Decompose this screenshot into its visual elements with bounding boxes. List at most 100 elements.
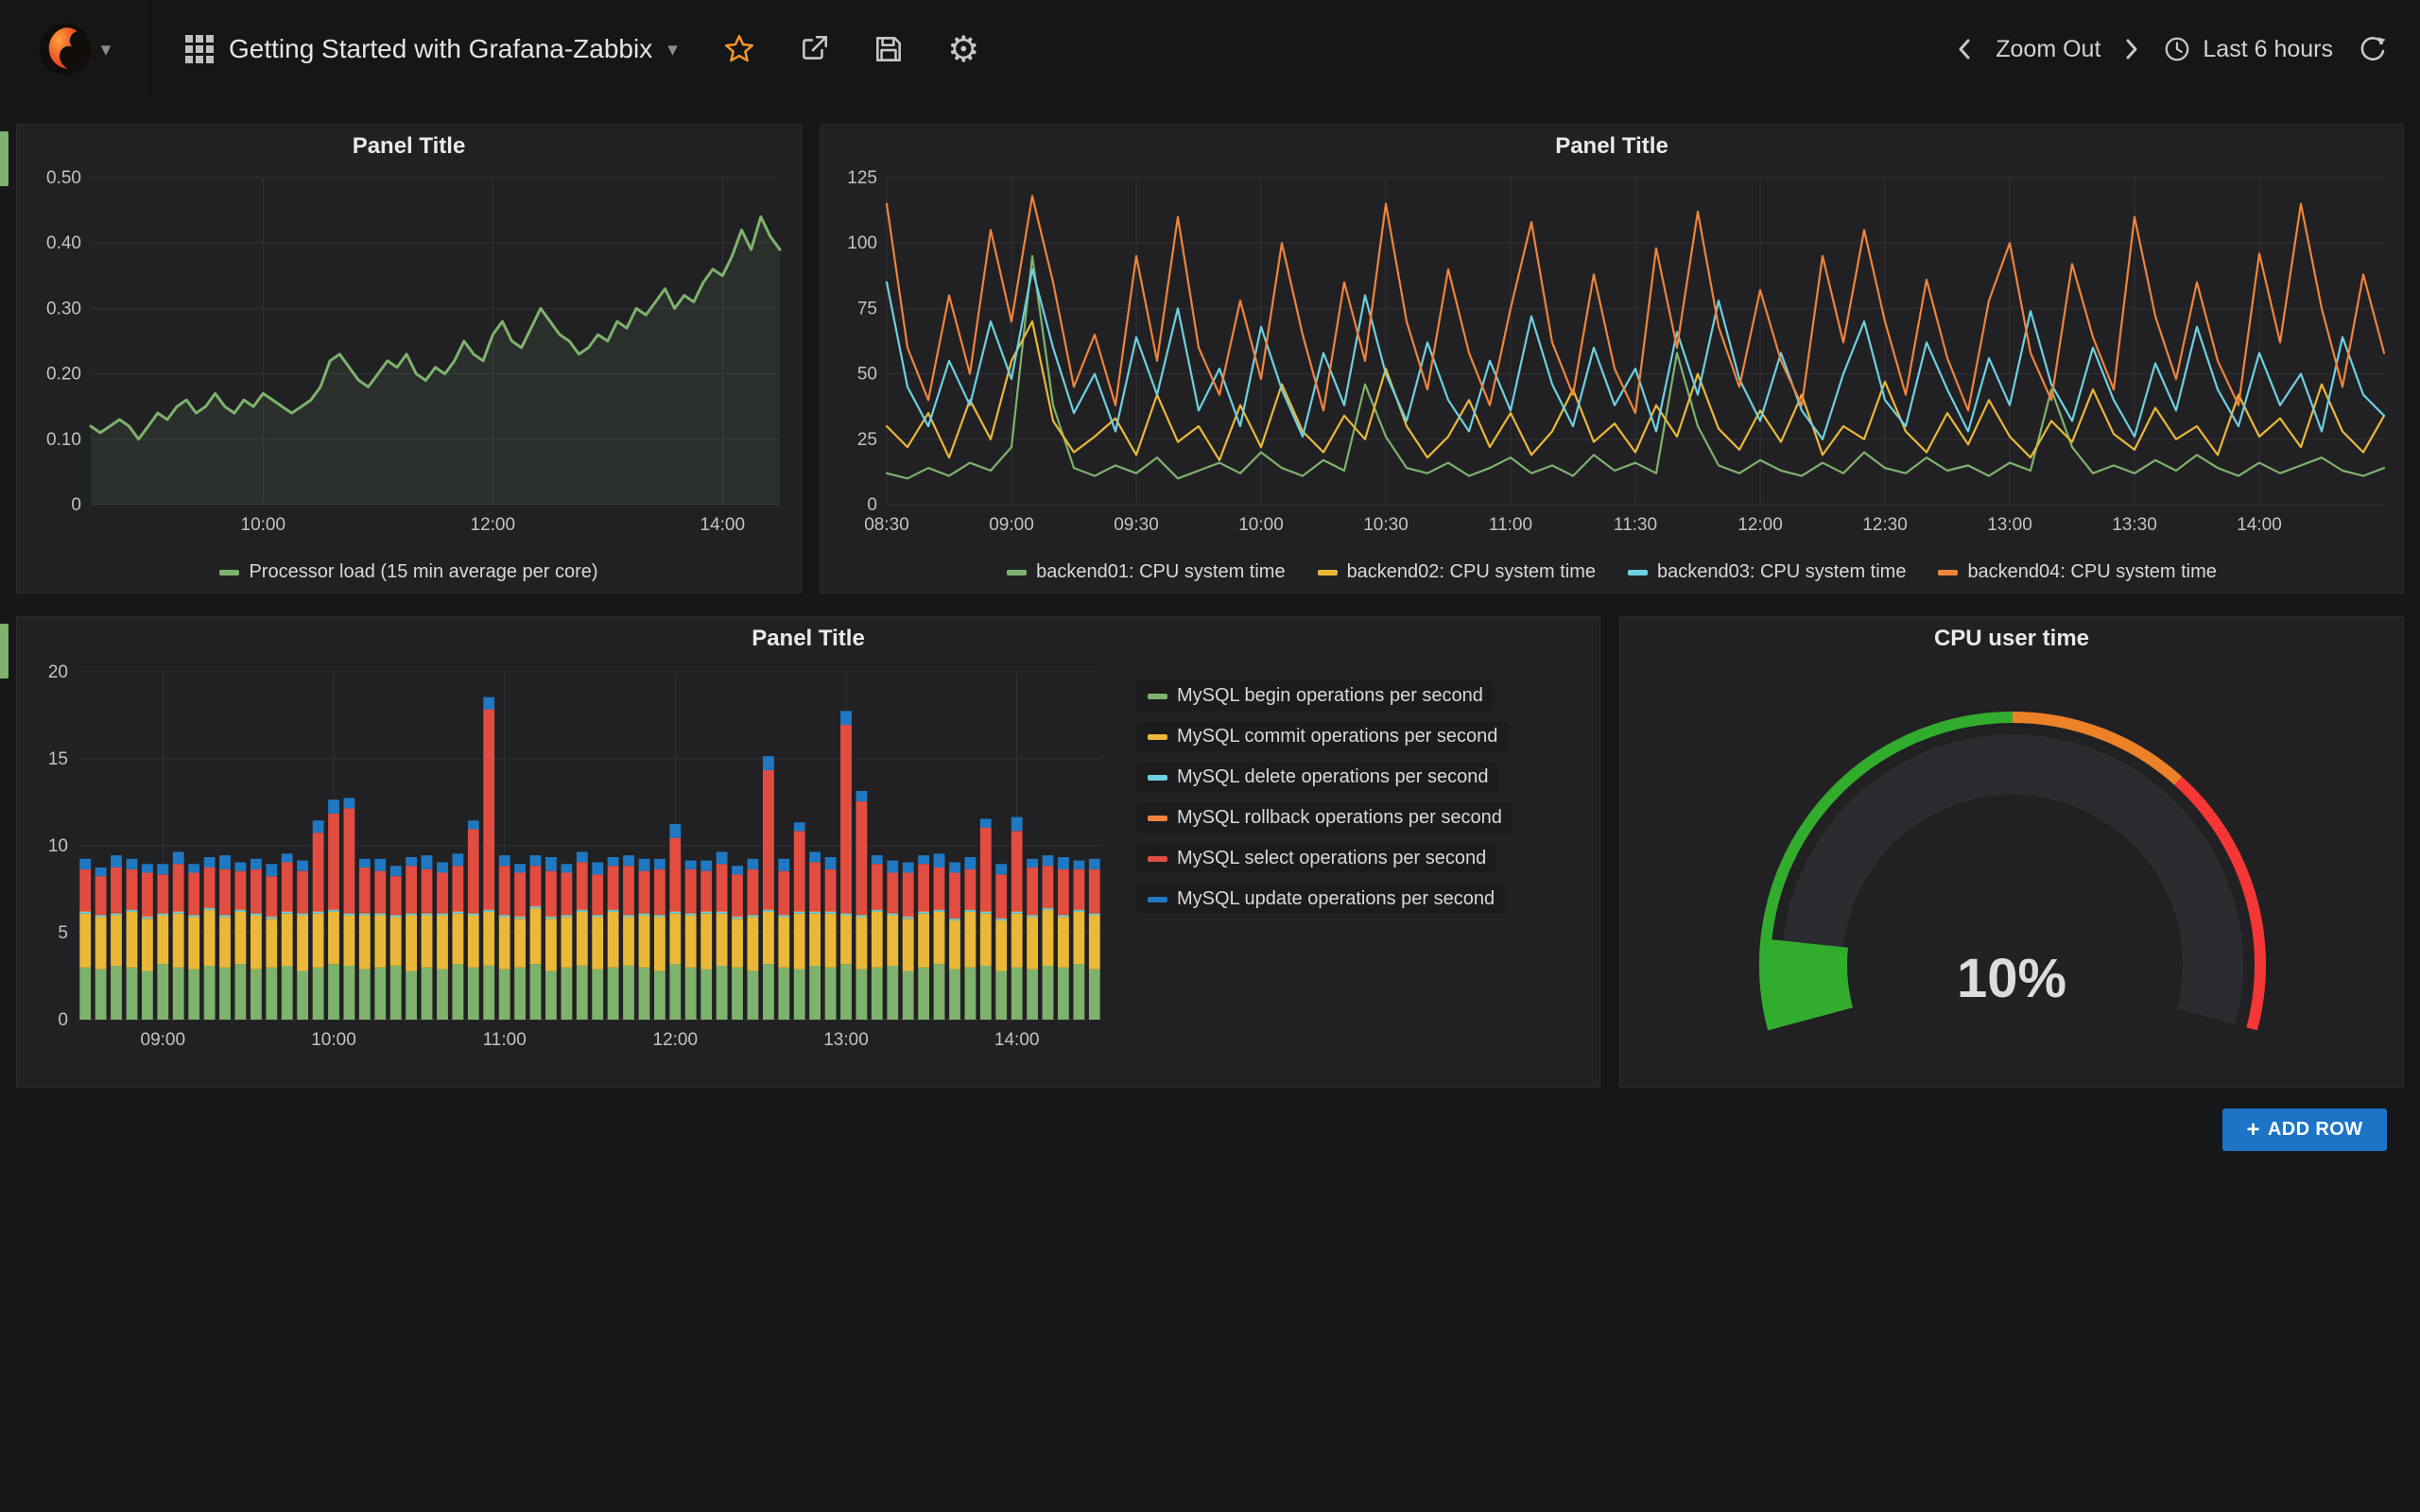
add-row-label: ADD ROW (2268, 1119, 2363, 1141)
legend-item[interactable]: MySQL rollback operations per second (1137, 803, 1512, 833)
legend-item[interactable]: MySQL select operations per second (1137, 844, 1496, 873)
legend-item[interactable]: backend01: CPU system time (1007, 561, 1285, 583)
legend-color-icon (1148, 897, 1167, 902)
legend-item[interactable]: Processor load (15 min average per core) (219, 561, 597, 583)
time-range-label: Last 6 hours (2203, 36, 2333, 63)
svg-text:10: 10 (48, 836, 68, 856)
dashboard-grid-icon (185, 35, 214, 63)
svg-text:13:00: 13:00 (823, 1030, 869, 1050)
legend-color-icon (1318, 570, 1338, 576)
panel-cpu-user-time: CPU user time 10% (1619, 616, 2404, 1088)
legend-item[interactable]: MySQL update operations per second (1137, 885, 1505, 914)
legend-item[interactable]: backend04: CPU system time (1938, 561, 2216, 583)
legend-item[interactable]: MySQL commit operations per second (1137, 722, 1508, 751)
zoom-out-button[interactable]: Zoom Out (1984, 0, 2112, 98)
time-shift-forward-button[interactable] (2112, 0, 2152, 98)
panel-title[interactable]: Panel Title (17, 617, 1599, 661)
svg-text:125: 125 (847, 168, 877, 188)
svg-text:0.40: 0.40 (46, 233, 81, 253)
svg-text:08:30: 08:30 (864, 515, 909, 535)
svg-text:15: 15 (48, 749, 68, 769)
svg-text:0.20: 0.20 (46, 365, 81, 385)
settings-button[interactable]: ⚙ (926, 0, 1001, 98)
legend-label: Processor load (15 min average per core) (249, 561, 597, 583)
svg-text:50: 50 (857, 365, 877, 385)
save-dashboard-button[interactable] (852, 0, 926, 98)
dashboard-title: Getting Started with Grafana-Zabbix (229, 34, 652, 64)
clock-icon (2163, 35, 2191, 63)
legend-label: MySQL begin operations per second (1177, 685, 1483, 707)
svg-text:0: 0 (71, 495, 81, 515)
svg-text:11:00: 11:00 (483, 1030, 527, 1050)
dashboard-picker[interactable]: Getting Started with Grafana-Zabbix ▾ (185, 0, 678, 98)
processor-load-chart[interactable]: 00.100.200.300.400.5010:0012:0014:00 (25, 168, 795, 539)
legend-label: MySQL commit operations per second (1177, 726, 1497, 747)
svg-text:11:30: 11:30 (1614, 515, 1657, 535)
legend-color-icon (1007, 570, 1027, 576)
panel-title[interactable]: CPU user time (1620, 617, 2403, 661)
zoom-out-label: Zoom Out (1996, 36, 2100, 63)
legend: Processor load (15 min average per core) (17, 561, 801, 583)
svg-text:09:00: 09:00 (141, 1030, 186, 1050)
legend-color-icon (1148, 856, 1167, 862)
row-toggle[interactable] (0, 131, 9, 186)
star-dashboard-button[interactable] (702, 0, 777, 98)
legend-item[interactable]: backend02: CPU system time (1318, 561, 1596, 583)
svg-text:12:00: 12:00 (1737, 515, 1783, 535)
share-icon (798, 33, 830, 65)
svg-text:0.50: 0.50 (46, 168, 81, 188)
time-shift-back-button[interactable] (1945, 0, 1984, 98)
legend-label: MySQL delete operations per second (1177, 766, 1488, 788)
svg-text:0: 0 (58, 1010, 68, 1030)
panel-title[interactable]: Panel Title (821, 125, 2403, 168)
svg-text:10:00: 10:00 (1238, 515, 1284, 535)
svg-text:0.30: 0.30 (46, 299, 81, 318)
panel-cpu-system-time: Panel Title 025507510012508:3009:0009:30… (820, 124, 2404, 593)
svg-text:13:00: 13:00 (1987, 515, 2032, 535)
chevron-right-icon (2121, 35, 2142, 63)
settings-gear-icon: ⚙ (947, 28, 979, 71)
legend-label: MySQL rollback operations per second (1177, 807, 1502, 829)
time-controls: Zoom Out Last 6 hours (1945, 0, 2401, 98)
row-toggle[interactable] (0, 624, 9, 679)
cpu-system-time-chart[interactable]: 025507510012508:3009:0009:3010:0010:3011… (828, 168, 2397, 539)
legend-color-icon (1148, 816, 1167, 821)
panel-processor-load: Panel Title 00.100.200.300.400.5010:0012… (16, 124, 802, 593)
save-icon (873, 33, 905, 65)
legend-item[interactable]: backend03: CPU system time (1628, 561, 1906, 583)
svg-text:12:00: 12:00 (471, 515, 516, 535)
legend-color-icon (1628, 570, 1648, 576)
svg-text:13:30: 13:30 (2112, 515, 2157, 535)
legend: MySQL begin operations per second MySQL c… (1137, 681, 1512, 914)
star-icon (723, 33, 755, 65)
legend: backend01: CPU system time backend02: CPU… (821, 561, 2403, 583)
svg-text:14:00: 14:00 (700, 515, 746, 535)
svg-text:11:00: 11:00 (1489, 515, 1532, 535)
svg-text:10:00: 10:00 (241, 515, 286, 535)
legend-color-icon (1148, 734, 1167, 740)
legend-item[interactable]: MySQL begin operations per second (1137, 681, 1494, 711)
legend-label: backend04: CPU system time (1967, 561, 2216, 583)
plus-icon: + (2247, 1119, 2260, 1142)
legend-label: backend03: CPU system time (1657, 561, 1906, 583)
grafana-logo-icon (38, 22, 93, 77)
refresh-button[interactable] (2344, 0, 2401, 98)
legend-item[interactable]: MySQL delete operations per second (1137, 763, 1498, 792)
svg-text:0: 0 (867, 495, 877, 515)
panel-title[interactable]: Panel Title (17, 125, 801, 168)
svg-text:12:30: 12:30 (1862, 515, 1908, 535)
mysql-operations-chart[interactable]: 0510152009:0010:0011:0012:0013:0014:00 (25, 661, 1112, 1057)
svg-text:20: 20 (48, 662, 68, 682)
legend-label: MySQL select operations per second (1177, 848, 1486, 869)
legend-color-icon (1938, 570, 1958, 576)
gauge-value: 10% (1620, 947, 2403, 1010)
side-menu-toggle[interactable]: ▾ (0, 0, 149, 98)
refresh-icon (2358, 34, 2388, 64)
time-range-picker[interactable]: Last 6 hours (2152, 0, 2344, 98)
legend-color-icon (219, 570, 239, 576)
add-row-button[interactable]: + ADD ROW (2222, 1108, 2387, 1151)
svg-text:12:00: 12:00 (653, 1030, 699, 1050)
share-dashboard-button[interactable] (777, 0, 852, 98)
svg-text:10:30: 10:30 (1363, 515, 1409, 535)
svg-text:09:00: 09:00 (989, 515, 1034, 535)
